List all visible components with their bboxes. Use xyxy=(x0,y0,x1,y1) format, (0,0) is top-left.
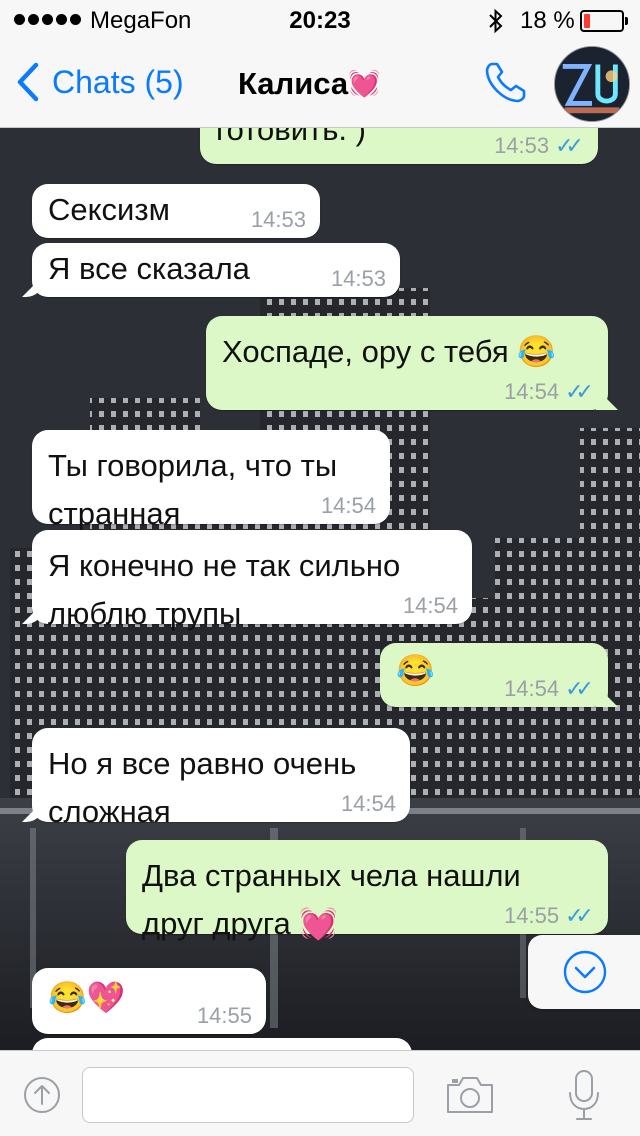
message-meta: 14:54 ✓✓ xyxy=(504,677,594,701)
message-bubble-incoming[interactable]: Но я все равно очень сложная 14:54 xyxy=(32,728,410,829)
contact-name[interactable]: Калиса💓 xyxy=(238,66,381,102)
message-bubble-incoming[interactable]: Я все сказала 14:53 xyxy=(32,243,400,297)
message-meta: 14:55 xyxy=(197,1004,252,1028)
message-text: Два странных чела нашли друг друга 💓 xyxy=(142,858,521,941)
attach-button[interactable] xyxy=(18,1071,66,1119)
back-label: Chats (5) xyxy=(52,63,184,100)
message-bubble-incoming[interactable]: Сексизм 14:53 xyxy=(32,184,320,238)
message-meta: 14:54 xyxy=(341,792,396,816)
message-text: Ты говорила, что ты странная xyxy=(48,448,338,531)
scroll-to-bottom-button[interactable] xyxy=(528,935,640,1009)
message-input[interactable] xyxy=(82,1067,414,1123)
camera-button[interactable] xyxy=(444,1073,496,1117)
message-bubble-outgoing[interactable]: 😂 14:54 ✓✓ xyxy=(380,643,608,707)
message-meta: 14:55 ✓✓ xyxy=(504,904,594,928)
read-ticks-icon: ✓✓ xyxy=(565,903,594,928)
voice-call-button[interactable] xyxy=(482,58,530,106)
avatar-image xyxy=(555,47,629,121)
message-bubble-incoming[interactable]: Ты говорила, что ты странная 14:54 xyxy=(32,430,390,531)
battery-percent: 18 % xyxy=(520,7,575,34)
camera-icon xyxy=(447,1077,493,1113)
contact-avatar[interactable] xyxy=(554,46,630,122)
microphone-icon xyxy=(569,1070,599,1120)
voice-message-button[interactable] xyxy=(566,1067,602,1123)
message-bubble-outgoing[interactable]: Два странных чела нашли друг друга 💓 14:… xyxy=(126,840,608,941)
back-to-chats-button[interactable]: Chats (5) xyxy=(16,62,184,102)
message-time: 14:54 xyxy=(504,676,560,701)
message-meta: 14:53 xyxy=(331,267,386,291)
message-meta: 14:54 ✓✓ xyxy=(504,380,594,404)
message-meta: 14:54 xyxy=(403,594,458,618)
contact-emoji: 💓 xyxy=(348,68,381,98)
chevron-down-circle-icon xyxy=(563,950,607,994)
status-bar: MegaFon 20:23 18 % xyxy=(0,0,640,40)
message-list[interactable]: готовить. ) 14:53 ✓✓ Сексизм 14:53 Я все … xyxy=(0,128,640,1050)
message-text: Хоспаде, ору с тебя 😂 xyxy=(222,334,556,369)
upload-arrow-icon xyxy=(24,1077,60,1113)
read-ticks-icon: ✓✓ xyxy=(565,379,594,404)
message-bubble-outgoing[interactable]: Хоспаде, ору с тебя 😂 14:54 ✓✓ xyxy=(206,316,608,410)
read-ticks-icon: ✓✓ xyxy=(565,676,594,701)
message-bubble-incoming[interactable]: 😂💖 14:55 xyxy=(32,968,266,1034)
message-text: Я конечно не так сильно люблю трупы xyxy=(48,548,401,631)
message-time: 14:55 xyxy=(504,903,560,928)
message-time: 14:54 xyxy=(340,791,396,816)
message-bubble-incoming-partial[interactable] xyxy=(32,1038,412,1050)
message-meta: 14:54 xyxy=(321,494,376,518)
message-text: Но я все равно очень сложная xyxy=(48,746,357,829)
message-composer xyxy=(0,1050,640,1136)
bluetooth-icon xyxy=(488,8,504,40)
message-time: 14:54 xyxy=(320,493,376,518)
message-time: 14:53 xyxy=(330,266,386,291)
message-bubble-outgoing[interactable]: готовить. ) 14:53 ✓✓ xyxy=(200,128,598,164)
message-time: 14:55 xyxy=(196,1003,252,1028)
message-meta: 14:53 xyxy=(251,208,306,232)
message-bubble-incoming[interactable]: Я конечно не так сильно люблю трупы 14:5… xyxy=(32,530,472,631)
battery-icon xyxy=(580,10,628,32)
message-meta: 14:53 ✓✓ xyxy=(494,134,584,158)
message-time: 14:54 xyxy=(402,593,458,618)
chevron-left-icon xyxy=(17,62,39,102)
read-ticks-icon: ✓✓ xyxy=(555,133,584,158)
message-time: 14:53 xyxy=(494,133,550,158)
message-time: 14:54 xyxy=(504,379,560,404)
phone-icon xyxy=(485,62,526,103)
contact-name-text: Калиса xyxy=(238,66,349,101)
chat-header: Chats (5) Калиса💓 xyxy=(0,40,640,128)
message-time: 14:53 xyxy=(250,207,306,232)
